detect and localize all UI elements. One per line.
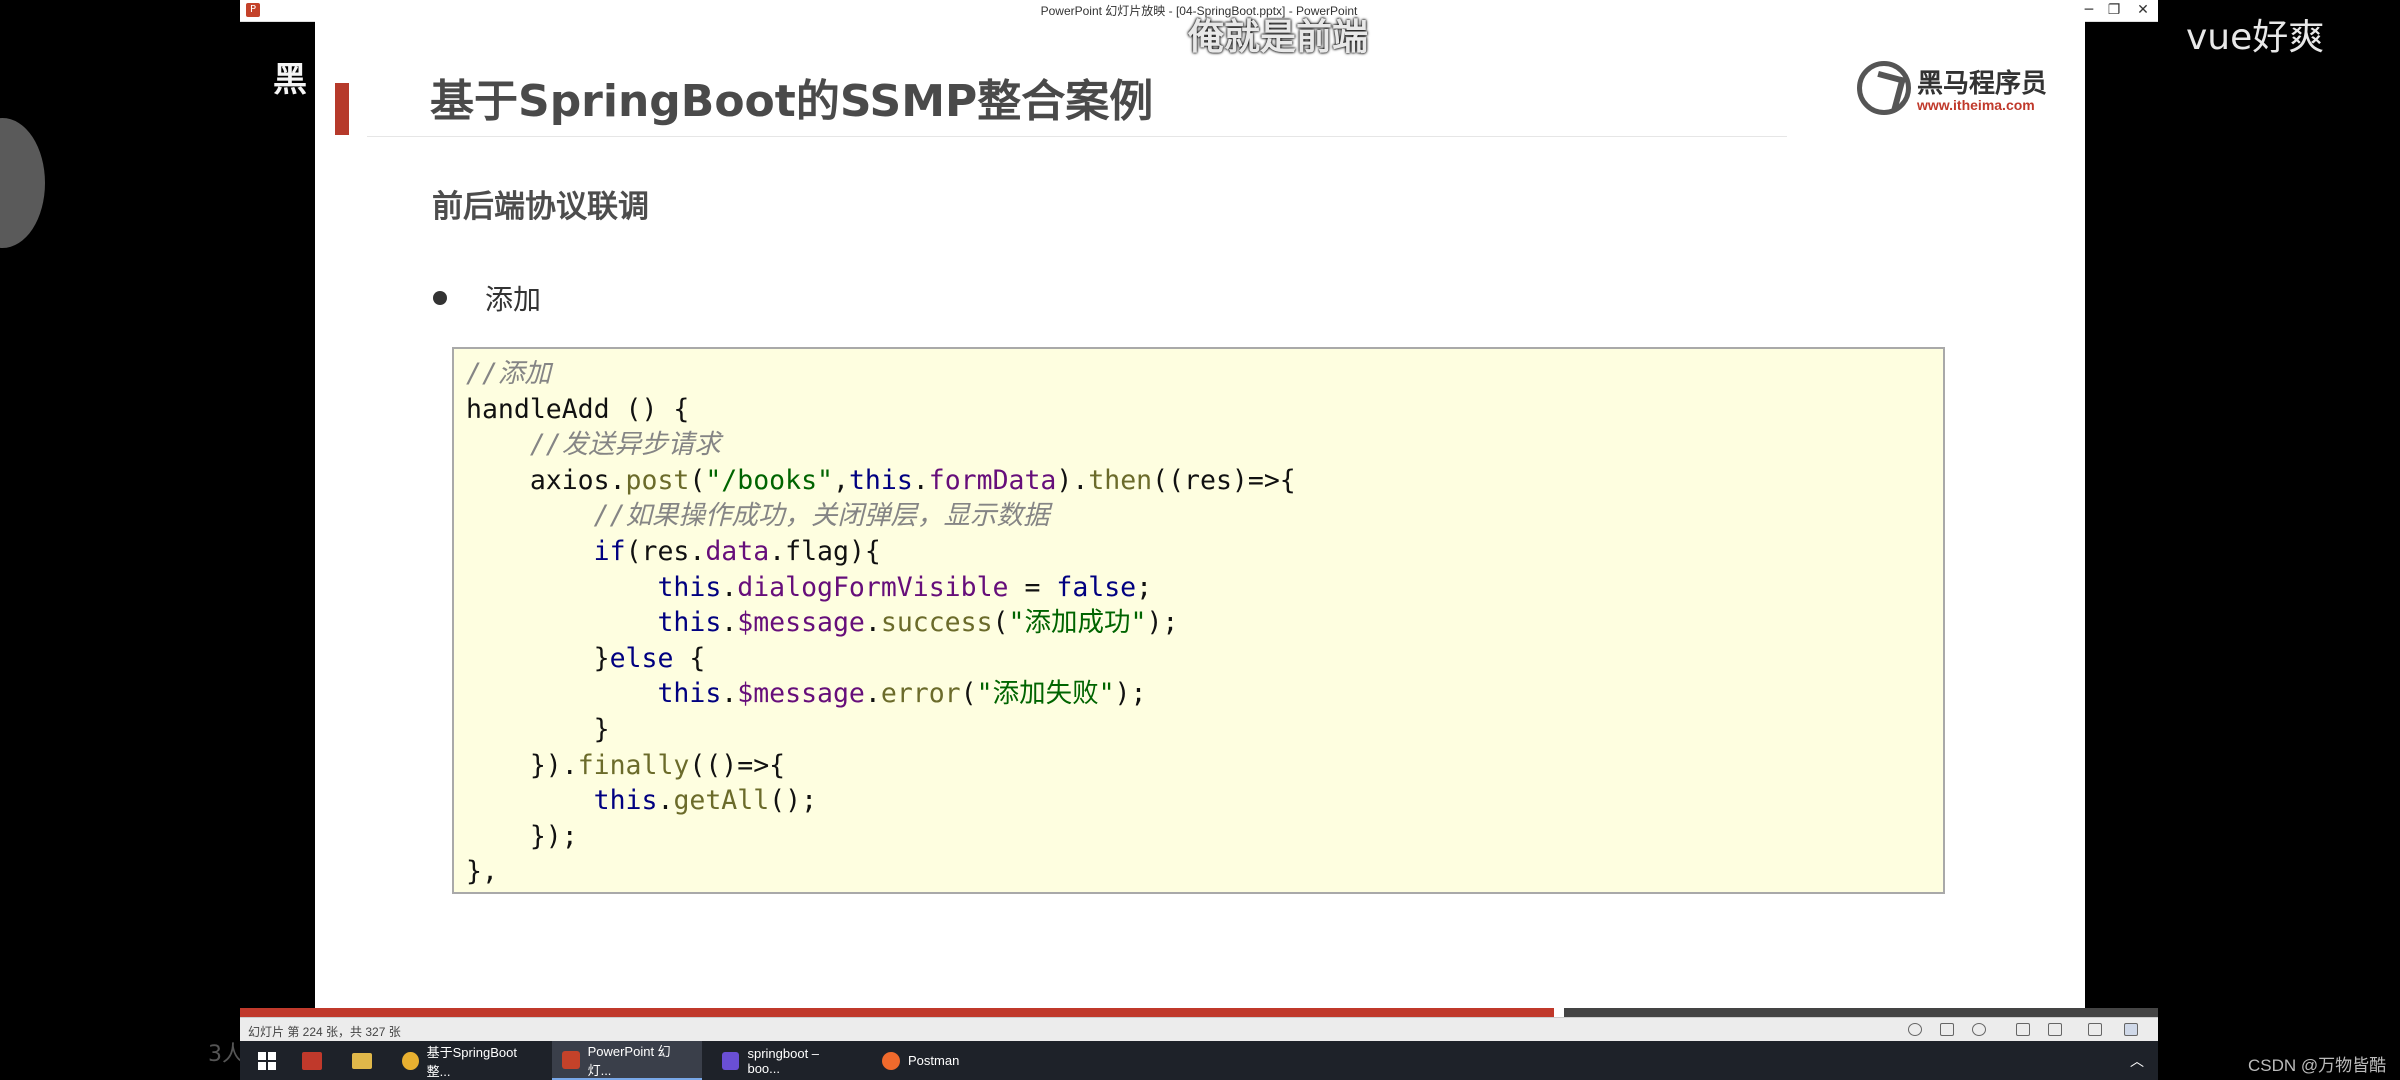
code-line: //如果操作成功，关闭弹层，显示数据 [593, 500, 1050, 532]
horse-logo-icon [1857, 61, 1911, 115]
code-line: handleAdd () { [466, 393, 690, 425]
taskbar-item-label: Postman [908, 1053, 960, 1068]
danmaku-comment: 俺就是前端 [1188, 17, 1369, 58]
taskbar-item-label: PowerPoint 幻灯... [587, 1043, 671, 1078]
code-line: }).finally(()=>{ [466, 749, 786, 781]
slide-progress-fill [240, 1008, 1554, 1017]
code-line: //添加 [466, 358, 551, 389]
floating-avatar-circle[interactable] [0, 118, 45, 248]
section-subheading: 前后端协议联调 [432, 189, 649, 225]
intellij-icon [722, 1051, 740, 1070]
app-grid-icon[interactable] [302, 1052, 322, 1070]
chrome-icon [402, 1051, 419, 1070]
close-button[interactable]: ✕ [2120, 0, 2166, 21]
windows-start-icon[interactable] [258, 1052, 276, 1070]
logo-brand: 黑马程序员 [1917, 69, 2048, 99]
code-line: }else { [466, 642, 706, 674]
code-line: //发送异步请求 [529, 429, 721, 461]
taskbar-item-label: 基于SpringBoot整... [426, 1044, 517, 1079]
code-block: //添加 handleAdd () { //发送异步请求 axios.post(… [452, 347, 1945, 894]
slide-sorter-icon[interactable] [2048, 1023, 2062, 1036]
taskbar-item-powerpoint[interactable]: PowerPoint 幻灯... [552, 1041, 702, 1080]
previous-slide-icon[interactable] [1908, 1023, 1922, 1036]
postman-icon [882, 1051, 900, 1070]
slide-progress-bar [240, 1008, 2158, 1017]
code-line: if(res.data.flag){ [593, 535, 881, 567]
slideshow-view-icon[interactable] [2124, 1023, 2138, 1036]
code-line: axios.post("/books",this.formData).then(… [466, 464, 1296, 496]
slide-progress-remaining [1564, 1008, 2158, 1017]
slide-title: 基于SpringBoot的SSMP整合案例 [430, 76, 1154, 127]
code-line: } [466, 713, 610, 745]
code-listing: //添加 handleAdd () { //发送异步请求 axios.post(… [454, 349, 1943, 890]
code-line: this.$message.success("添加成功"); [657, 607, 1179, 639]
bullet-text: 添加 [485, 283, 542, 316]
file-explorer-icon[interactable] [352, 1053, 372, 1069]
reading-view-icon[interactable] [2088, 1023, 2102, 1036]
taskbar-item-intellij[interactable]: springboot – boo... [712, 1041, 862, 1080]
itheima-logo: 黑马程序员 www.itheima.com [1857, 59, 2047, 119]
code-line: this.dialogFormVisible = false; [657, 571, 1153, 603]
windows-taskbar: 基于SpringBoot整... PowerPoint 幻灯... spring… [240, 1041, 2158, 1080]
slide-canvas: 基于SpringBoot的SSMP整合案例 黑马程序员 www.itheima.… [315, 21, 2085, 1011]
csdn-watermark: CSDN @万物皆酷 [2248, 1056, 2387, 1075]
danmaku-comment: vue好爽 [2186, 17, 2325, 58]
powerpoint-icon [562, 1050, 580, 1069]
code-line: this.getAll(); [593, 785, 818, 817]
normal-view-icon[interactable] [2016, 1023, 2030, 1036]
next-slide-icon[interactable] [1972, 1023, 1986, 1036]
pause-icon[interactable] [1940, 1023, 1954, 1036]
code-line: }); [466, 820, 578, 852]
title-divider [367, 136, 1787, 137]
taskbar-item-label: springboot – boo... [747, 1045, 820, 1076]
watermark-left: 黑 [273, 60, 307, 100]
code-line: this.$message.error("添加失败"); [657, 678, 1147, 710]
logo-url: www.itheima.com [1917, 97, 2035, 113]
code-line: }, [466, 856, 498, 888]
title-accent-bar [335, 83, 349, 135]
taskbar-item-postman[interactable]: Postman [872, 1041, 1002, 1080]
status-bar: 幻灯片 第 224 张，共 327 张 [240, 1017, 2158, 1042]
chevron-up-icon[interactable]: ︿ [2130, 1051, 2144, 1071]
bullet-dot-icon [433, 291, 447, 305]
taskbar-item-chrome[interactable]: 基于SpringBoot整... [392, 1041, 542, 1080]
